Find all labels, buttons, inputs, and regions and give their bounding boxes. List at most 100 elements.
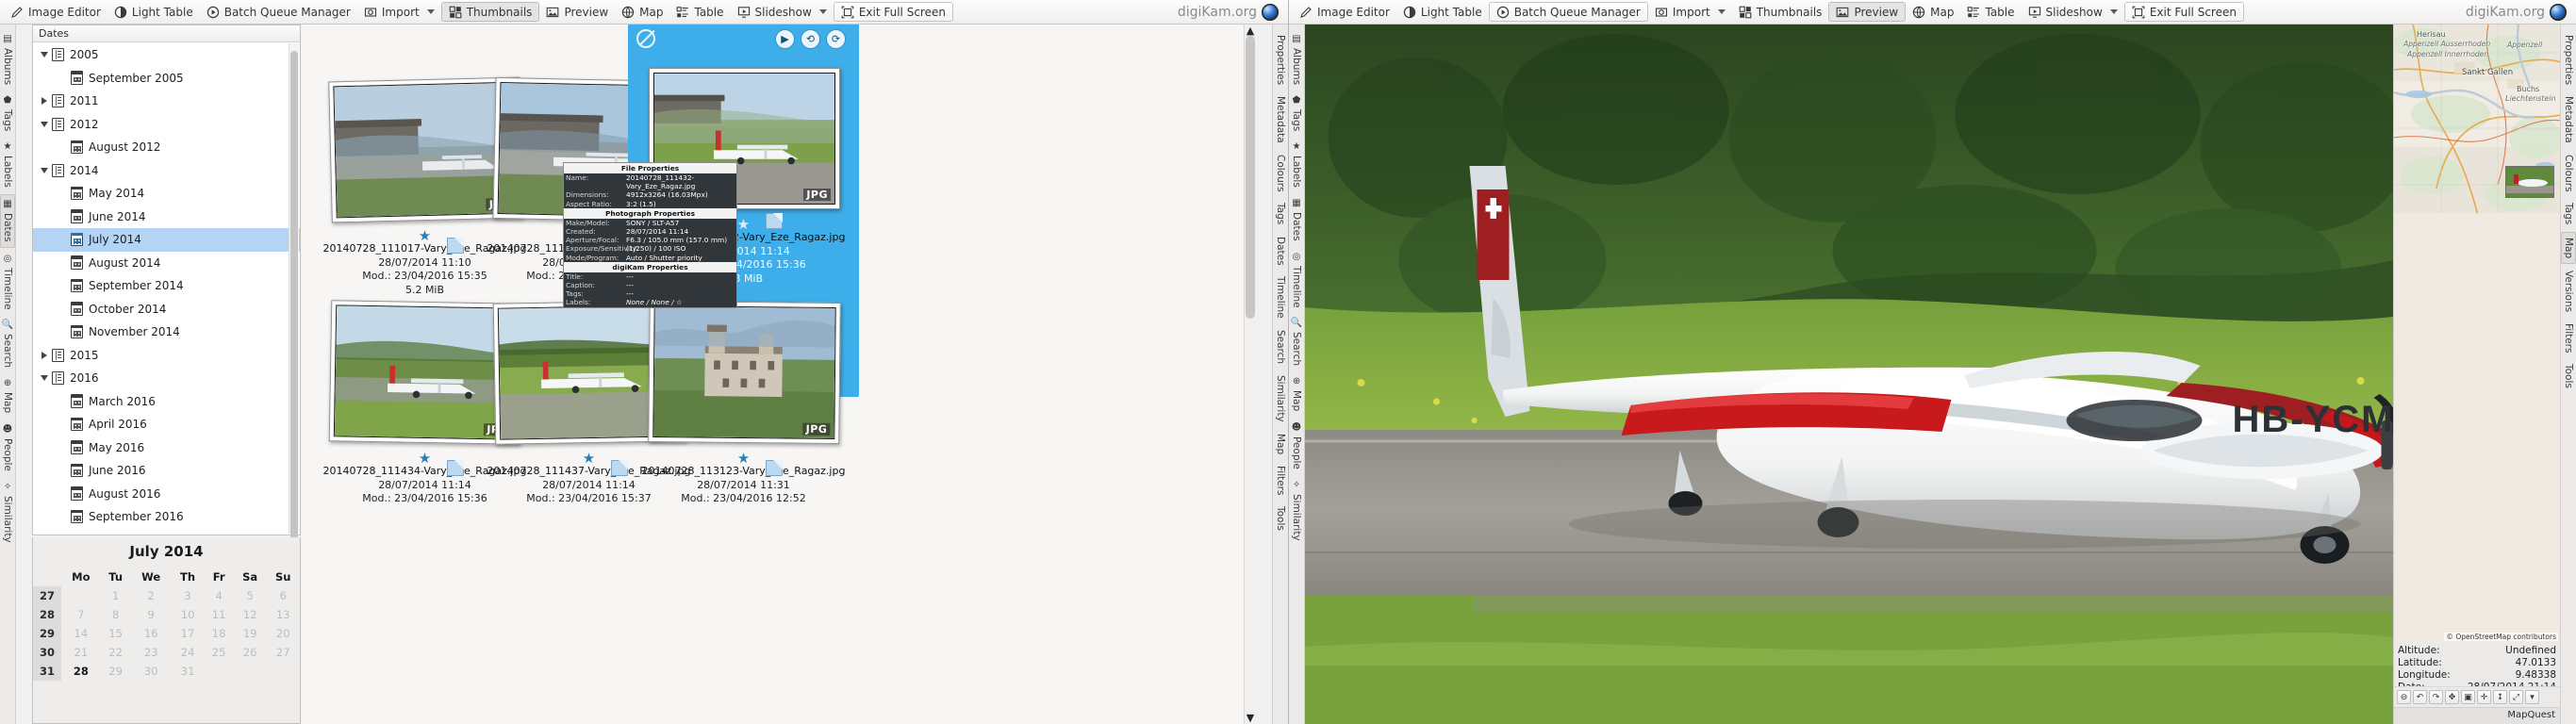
calendar-day[interactable]: 11 — [204, 605, 234, 624]
sidebar-tab-tags[interactable]: ⬟Tags — [1, 91, 14, 136]
rotate-right-button[interactable]: ⟳ — [826, 29, 846, 49]
chevron-down-icon[interactable] — [2110, 9, 2118, 14]
chevron-down-icon[interactable] — [819, 9, 827, 14]
map-button-crosshair[interactable]: ✛ — [2477, 690, 2491, 704]
calendar-week-number[interactable]: 28 — [33, 605, 61, 624]
no-entry-icon[interactable] — [636, 29, 655, 48]
calendar-day[interactable] — [204, 662, 234, 681]
map-photo-thumbnail[interactable] — [2505, 166, 2554, 198]
calendar-week-number[interactable]: 30 — [33, 643, 61, 662]
map-button-zoom-out[interactable]: ⊖ — [2397, 690, 2411, 704]
photo-frame[interactable]: JPG — [648, 301, 841, 444]
calendar-week-number[interactable]: 27 — [33, 586, 61, 605]
tree-item-september-2005[interactable]: September 2005 — [33, 67, 300, 90]
calendar-day[interactable]: 17 — [172, 624, 205, 643]
tree-item-2005[interactable]: 2005 — [33, 43, 300, 67]
sidebar-tab-dates[interactable]: ▦Dates — [1290, 194, 1303, 246]
map-button-pan[interactable]: ✥ — [2445, 690, 2459, 704]
rtab-search[interactable]: Search — [1274, 325, 1287, 369]
rotate-left-button[interactable]: ⟲ — [801, 29, 820, 49]
sidebar-tab-tags[interactable]: ⬟Tags — [1290, 91, 1303, 136]
rtab-filters[interactable]: Filters — [2562, 319, 2575, 357]
tree-item-september-2016[interactable]: September 2016 — [33, 505, 300, 529]
rtab-timeline[interactable]: Timeline — [1274, 272, 1287, 323]
tree-item-june-2016[interactable]: June 2016 — [33, 459, 300, 483]
selection-action-bar[interactable]: ▶ ⟲ ⟳ — [628, 25, 859, 53]
tree-item-2012[interactable]: 2012 — [33, 113, 300, 137]
tree-item-november-2014[interactable]: November 2014 — [33, 321, 300, 344]
calendar-day[interactable]: 28 — [61, 662, 101, 681]
toolbar-button-exit-full-screen[interactable]: Exit Full Screen — [2124, 2, 2244, 22]
toolbar-button-preview[interactable]: Preview — [1828, 2, 1906, 22]
calendar-day[interactable] — [234, 662, 267, 681]
scroll-down-arrow[interactable]: ▼ — [1245, 712, 1256, 724]
rtab-tags[interactable]: Tags — [2562, 198, 2575, 229]
calendar-day[interactable]: 10 — [172, 605, 205, 624]
calendar-week-number[interactable]: 29 — [33, 624, 61, 643]
tree-item-august-2016[interactable]: August 2016 — [33, 483, 300, 506]
calendar-day[interactable]: 18 — [204, 624, 234, 643]
map-toolbar[interactable]: ⊖↶↷✥▣✛↕⤢▾ — [2394, 686, 2560, 707]
rtab-properties[interactable]: Properties — [1274, 30, 1287, 90]
toolbar-button-table[interactable]: Table — [669, 2, 730, 22]
calendar-body[interactable]: 2712345628789101112132914151617181920302… — [33, 586, 300, 681]
calendar-day[interactable]: 6 — [266, 586, 300, 605]
calendar-widget[interactable]: July 2014 MoTuWeThFrSaSu 271234562878910… — [32, 537, 301, 724]
toolbar-button-thumbnails[interactable]: Thumbnails — [441, 2, 540, 22]
toolbar-button-import[interactable]: Import — [1648, 2, 1732, 22]
chevron-down-icon[interactable] — [1718, 9, 1726, 14]
sidebar-tab-dates[interactable]: ▦Dates — [0, 194, 15, 248]
tree-item-2015[interactable]: 2015 — [33, 344, 300, 368]
rtab-metadata[interactable]: Metadata — [1274, 91, 1287, 148]
tree-item-2011[interactable]: 2011 — [33, 90, 300, 113]
tree-expander[interactable] — [37, 97, 52, 105]
sidebar-tab-timeline[interactable]: ◎Timeline — [1290, 248, 1303, 313]
map-button-zoom-in[interactable]: ↕ — [2493, 690, 2507, 704]
calendar-day[interactable]: 25 — [204, 643, 234, 662]
calendar-day[interactable]: 30 — [131, 662, 172, 681]
tree-item-september-2014[interactable]: September 2014 — [33, 274, 300, 298]
sidebar-tab-similarity[interactable]: ✧Similarity — [1290, 476, 1303, 546]
tree-expander[interactable] — [37, 168, 52, 173]
calendar-day[interactable]: 12 — [234, 605, 267, 624]
tree-item-march-2016[interactable]: March 2016 — [33, 390, 300, 414]
toolbar-button-preview[interactable]: Preview — [539, 2, 615, 22]
rtab-map[interactable]: Map — [2561, 232, 2576, 264]
calendar-day[interactable]: 1 — [101, 586, 131, 605]
tree-expander[interactable] — [37, 122, 52, 127]
tree-item-august-2014[interactable]: August 2014 — [33, 252, 300, 275]
calendar-day[interactable]: 26 — [234, 643, 267, 662]
sidebar-tab-people[interactable]: ☻People — [1, 420, 14, 476]
calendar-day[interactable] — [61, 586, 101, 605]
play-button[interactable]: ▶ — [775, 29, 795, 49]
rtab-colours[interactable]: Colours — [2562, 150, 2575, 197]
sidebar-tab-labels[interactable]: ★Labels — [1290, 138, 1303, 192]
rtab-metadata[interactable]: Metadata — [2562, 91, 2575, 148]
sidebar-tab-timeline[interactable]: ◎Timeline — [1, 250, 14, 315]
rtab-colours[interactable]: Colours — [1274, 150, 1287, 197]
rtab-tools[interactable]: Tools — [2562, 359, 2575, 393]
rtab-filters[interactable]: Filters — [1274, 461, 1287, 500]
toolbar-button-image-editor[interactable]: Image Editor — [4, 2, 107, 22]
sidebar-tab-search[interactable]: 🔍Search — [1290, 314, 1303, 370]
tree-item-april-2016[interactable]: April 2016 — [33, 413, 300, 436]
thumbnail-icon-view[interactable]: JPG★20140728_111017-Vary_Eze_Ragaz.jpg28… — [302, 25, 1256, 724]
rtab-dates[interactable]: Dates — [1274, 232, 1287, 271]
image-preview[interactable]: HB-YCM — [1305, 25, 2393, 724]
calendar-day[interactable]: 22 — [101, 643, 131, 662]
dates-tree[interactable]: 2005September 200520112012August 2012201… — [33, 43, 300, 535]
sidebar-tab-similarity[interactable]: ✧Similarity — [1, 478, 14, 548]
map-button-undo[interactable]: ↶ — [2413, 690, 2427, 704]
rating-stars[interactable]: ★ — [628, 452, 859, 465]
tree-expander[interactable] — [37, 375, 52, 381]
calendar-day[interactable]: 15 — [101, 624, 131, 643]
sidebar-tab-labels[interactable]: ★Labels — [1, 138, 14, 192]
toolbar-button-thumbnails[interactable]: Thumbnails — [1732, 2, 1829, 22]
toolbar-button-import[interactable]: Import — [357, 2, 441, 22]
map-button-zoom-fit[interactable]: ⤢ — [2509, 690, 2523, 704]
calendar-day[interactable]: 4 — [204, 586, 234, 605]
tree-scrollbar-thumb[interactable] — [290, 51, 298, 579]
calendar-day[interactable]: 14 — [61, 624, 101, 643]
osm-map[interactable]: HerisauAppenzell AusserrhodenAppenzellAp… — [2394, 25, 2560, 643]
calendar-day[interactable]: 16 — [131, 624, 172, 643]
